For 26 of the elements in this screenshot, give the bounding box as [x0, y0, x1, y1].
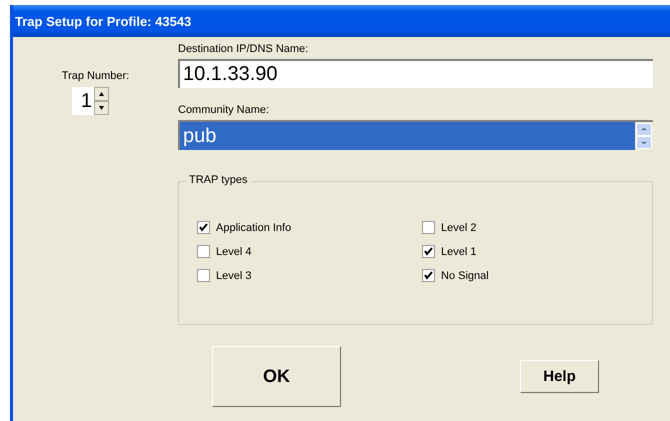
ok-button[interactable]: OK	[212, 346, 341, 406]
checkbox[interactable]	[197, 269, 210, 282]
group-title: TRAP types	[186, 174, 250, 186]
checkbox[interactable]	[422, 269, 435, 282]
scroll-down-icon[interactable]	[636, 136, 652, 149]
checkbox[interactable]	[422, 245, 435, 258]
community-field[interactable]: pub	[178, 120, 653, 150]
help-button[interactable]: Help	[520, 360, 599, 392]
destination-field[interactable]: 10.1.33.90	[178, 59, 653, 88]
checkbox-option[interactable]: Level 3	[197, 269, 422, 282]
trap-number-field[interactable]: 1	[72, 87, 94, 115]
checkbox[interactable]	[197, 221, 210, 234]
spin-up-icon[interactable]	[94, 87, 109, 101]
scroll-up-icon[interactable]	[636, 123, 652, 136]
window-title: Trap Setup for Profile: 43543	[15, 14, 192, 28]
checkbox[interactable]	[197, 245, 210, 258]
trap-number-label: Trap Number:	[62, 70, 130, 82]
community-label: Community Name:	[178, 104, 270, 116]
checkbox-option[interactable]: Level 4	[197, 245, 422, 258]
checkbox-option[interactable]: Level 2	[422, 221, 622, 234]
spin-down-icon[interactable]	[94, 101, 109, 115]
checkbox-option[interactable]: No Signal	[422, 269, 622, 282]
checkbox-option[interactable]: Application Info	[197, 221, 422, 234]
checkbox-option[interactable]: Level 1	[422, 245, 622, 258]
destination-label: Destination IP/DNS Name:	[178, 43, 310, 55]
checkbox[interactable]	[422, 221, 435, 234]
